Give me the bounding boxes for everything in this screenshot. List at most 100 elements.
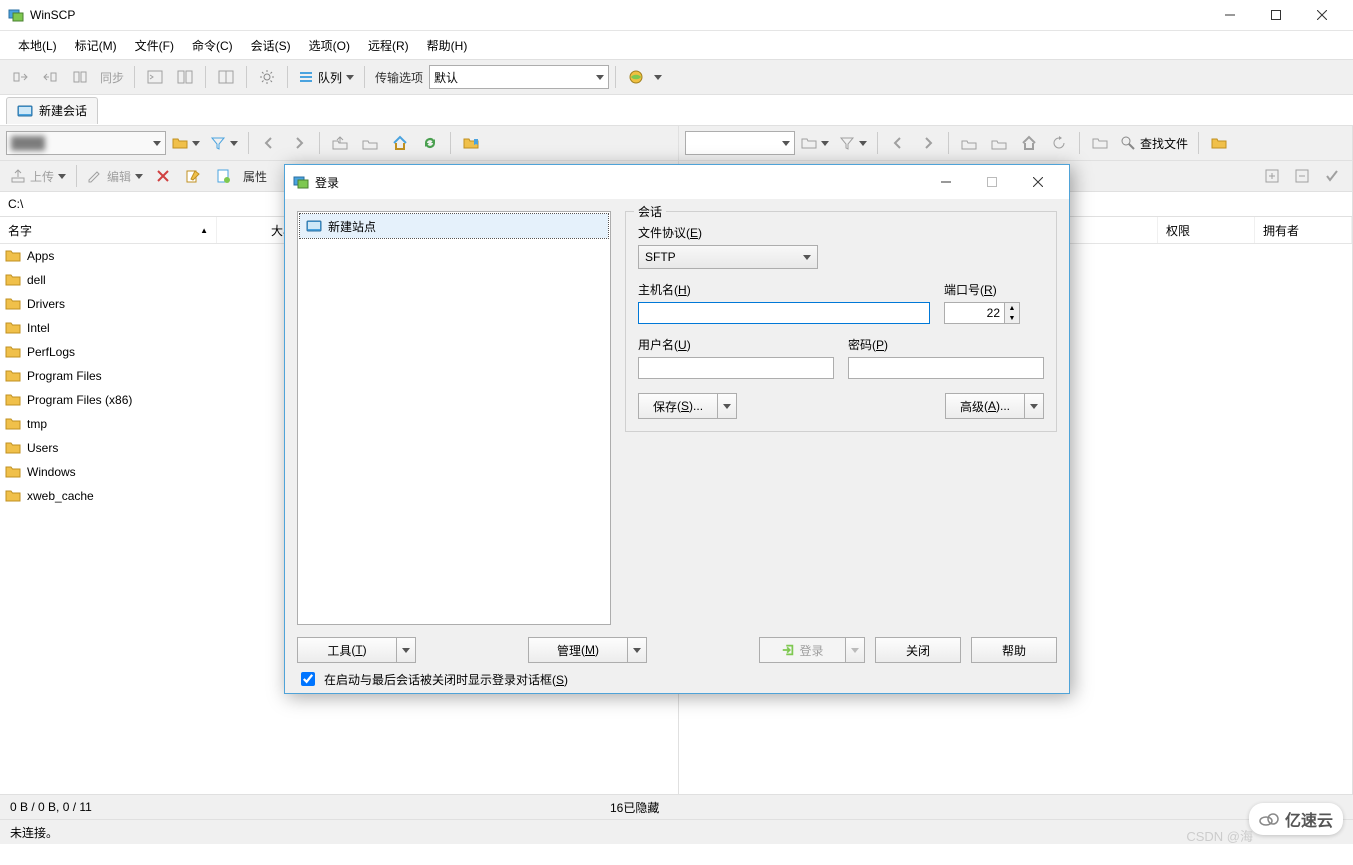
manage-dropdown[interactable] bbox=[628, 637, 647, 663]
menu-command[interactable]: 命令(C) bbox=[184, 33, 241, 58]
show-login-checkbox[interactable] bbox=[301, 672, 315, 686]
queue-label: 队列 bbox=[318, 69, 342, 86]
menu-options[interactable]: 选项(O) bbox=[301, 33, 358, 58]
tools-button[interactable]: 工具(T) bbox=[297, 637, 416, 663]
col-name[interactable]: 名字▲ bbox=[0, 217, 217, 243]
advanced-button[interactable]: 高级(A)... bbox=[945, 393, 1044, 419]
session-tab-bar: 新建会话 bbox=[0, 95, 1353, 126]
col-owner[interactable]: 拥有者 bbox=[1255, 217, 1352, 243]
find-files-button[interactable]: 查找文件 bbox=[1116, 130, 1192, 156]
dialog-minimize-button[interactable] bbox=[923, 167, 969, 197]
protocol-select[interactable]: SFTP bbox=[638, 245, 818, 269]
refresh-icon[interactable] bbox=[416, 129, 444, 157]
terminal-icon[interactable] bbox=[141, 63, 169, 91]
port-label: 端口号(R) bbox=[944, 281, 1044, 298]
window-maximize-button[interactable] bbox=[1253, 0, 1299, 30]
select-all-icon[interactable] bbox=[1318, 162, 1346, 190]
window-minimize-button[interactable] bbox=[1207, 0, 1253, 30]
preferences-icon[interactable] bbox=[253, 63, 281, 91]
advanced-dropdown[interactable] bbox=[1025, 393, 1044, 419]
site-list[interactable]: 新建站点 bbox=[297, 211, 611, 625]
caret-down-icon[interactable] bbox=[654, 75, 662, 80]
menu-file[interactable]: 文件(F) bbox=[127, 33, 182, 58]
remote-bookmark2-icon[interactable] bbox=[1205, 129, 1233, 157]
transfer-settings-combo[interactable]: 默认 bbox=[429, 65, 609, 89]
parent-dir-icon[interactable] bbox=[326, 129, 354, 157]
rename-icon[interactable] bbox=[179, 162, 207, 190]
sync-browse-left-icon[interactable] bbox=[6, 63, 34, 91]
remote-open-folder-button[interactable] bbox=[797, 130, 833, 156]
tools-dropdown[interactable] bbox=[397, 637, 416, 663]
menu-mark[interactable]: 标记(M) bbox=[67, 33, 125, 58]
properties-icon[interactable] bbox=[209, 162, 237, 190]
new-minus-icon[interactable] bbox=[1288, 162, 1316, 190]
close-button[interactable]: 关闭 bbox=[875, 637, 961, 663]
status-bar-1: 0 B / 0 B, 0 / 11 16已隐藏 bbox=[0, 794, 1353, 819]
app-title: WinSCP bbox=[30, 8, 75, 22]
manage-button[interactable]: 管理(M) bbox=[528, 637, 647, 663]
file-name: Users bbox=[27, 441, 58, 455]
panels-icon[interactable] bbox=[212, 63, 240, 91]
port-input[interactable] bbox=[944, 302, 1004, 324]
save-button[interactable]: 保存(S)... bbox=[638, 393, 737, 419]
caret-down-icon bbox=[192, 141, 200, 146]
remote-filter-button[interactable] bbox=[835, 130, 871, 156]
username-input[interactable] bbox=[638, 357, 834, 379]
help-button[interactable]: 帮助 bbox=[971, 637, 1057, 663]
menu-remote[interactable]: 远程(R) bbox=[360, 33, 417, 58]
compare-icon[interactable] bbox=[66, 63, 94, 91]
filter-button[interactable] bbox=[206, 130, 242, 156]
dialog-title: 登录 bbox=[315, 174, 339, 191]
login-dropdown bbox=[845, 637, 865, 663]
password-input[interactable] bbox=[848, 357, 1044, 379]
remote-home-icon[interactable] bbox=[1015, 129, 1043, 157]
nav-forward-icon[interactable] bbox=[285, 129, 313, 157]
remote-drive-combo[interactable] bbox=[685, 131, 795, 155]
window-close-button[interactable] bbox=[1299, 0, 1345, 30]
transfer-settings-label: 传输选项 bbox=[371, 69, 427, 86]
caret-down-icon bbox=[135, 174, 143, 179]
new-session-tab[interactable]: 新建会话 bbox=[6, 97, 98, 124]
open-folder-button[interactable] bbox=[168, 130, 204, 156]
menu-help[interactable]: 帮助(H) bbox=[419, 33, 476, 58]
col-perm[interactable]: 权限 bbox=[1158, 217, 1255, 243]
remote-bookmark-icon[interactable] bbox=[1086, 129, 1114, 157]
new-plus-icon[interactable] bbox=[1258, 162, 1286, 190]
dialog-close-button[interactable] bbox=[1015, 167, 1061, 197]
remote-parent-dir-icon[interactable] bbox=[955, 129, 983, 157]
sync-browse-right-icon[interactable] bbox=[36, 63, 64, 91]
globe-icon[interactable] bbox=[622, 63, 650, 91]
commander-icon[interactable] bbox=[171, 63, 199, 91]
host-input[interactable] bbox=[638, 302, 930, 324]
remote-refresh-icon[interactable] bbox=[1045, 129, 1073, 157]
delete-icon[interactable] bbox=[149, 162, 177, 190]
menu-session[interactable]: 会话(S) bbox=[243, 33, 299, 58]
edit-button[interactable]: 编辑 bbox=[83, 163, 147, 189]
folder-icon bbox=[5, 296, 21, 312]
properties-label[interactable]: 属性 bbox=[239, 168, 271, 185]
bookmark-icon[interactable] bbox=[457, 129, 485, 157]
menu-local[interactable]: 本地(L) bbox=[10, 33, 65, 58]
remote-nav-forward-icon[interactable] bbox=[914, 129, 942, 157]
nav-back-icon[interactable] bbox=[255, 129, 283, 157]
show-login-label[interactable]: 在启动与最后会话被关闭时显示登录对话框(S) bbox=[324, 671, 568, 688]
transfer-settings-value: 默认 bbox=[434, 69, 458, 86]
queue-dropdown[interactable]: 队列 bbox=[294, 64, 358, 90]
file-name: xweb_cache bbox=[27, 489, 94, 503]
home-icon[interactable] bbox=[386, 129, 414, 157]
port-spinner[interactable]: ▲▼ bbox=[944, 302, 1044, 324]
local-drive-combo[interactable]: ████ bbox=[6, 131, 166, 155]
remote-nav-toolbar: 查找文件 bbox=[679, 126, 1352, 161]
folder-icon bbox=[5, 320, 21, 336]
dialog-title-bar[interactable]: 登录 bbox=[285, 165, 1069, 199]
remote-root-dir-icon[interactable] bbox=[985, 129, 1013, 157]
folder-icon bbox=[5, 488, 21, 504]
new-site-item[interactable]: 新建站点 bbox=[300, 214, 608, 238]
spin-down-icon[interactable]: ▼ bbox=[1005, 313, 1019, 323]
remote-nav-back-icon[interactable] bbox=[884, 129, 912, 157]
sync-label[interactable]: 同步 bbox=[96, 69, 128, 86]
root-dir-icon[interactable] bbox=[356, 129, 384, 157]
spin-up-icon[interactable]: ▲ bbox=[1005, 303, 1019, 313]
upload-button[interactable]: 上传 bbox=[6, 163, 70, 189]
save-dropdown[interactable] bbox=[718, 393, 737, 419]
